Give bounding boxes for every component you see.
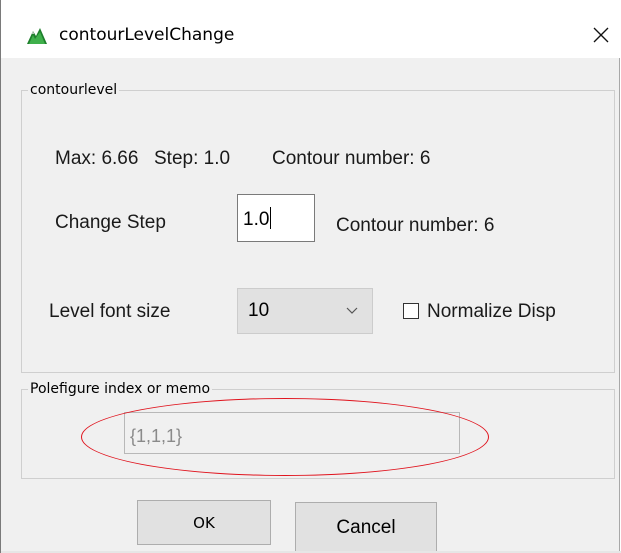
- dialog-window: contourLevelChange contourlevel Max: 6.6…: [0, 0, 621, 553]
- cancel-button[interactable]: Cancel: [295, 502, 437, 553]
- font-size-selected: 10: [248, 300, 270, 321]
- change-step-input[interactable]: 1.0: [237, 194, 315, 242]
- close-button[interactable]: [586, 20, 616, 50]
- normalize-label[interactable]: Normalize Disp: [427, 301, 556, 323]
- change-step-label: Change Step: [55, 212, 166, 233]
- close-icon: [593, 27, 609, 43]
- font-size-select[interactable]: 10: [237, 288, 373, 334]
- change-step-contour-number: Contour number: 6: [336, 215, 495, 236]
- contour-number-info-label: Contour number: 6: [272, 148, 431, 169]
- chevron-down-icon: [346, 307, 358, 314]
- text-caret: [270, 207, 272, 229]
- max-info-label: Max: 6.66: [55, 148, 139, 169]
- normalize-checkbox[interactable]: [403, 303, 419, 319]
- title-bar: contourLevelChange: [1, 0, 621, 58]
- level-font-size-label: Level font size: [49, 301, 171, 322]
- change-step-value: 1.0: [243, 209, 270, 230]
- green-mountain-icon: [27, 28, 47, 44]
- window-title: contourLevelChange: [59, 25, 235, 45]
- memo-input[interactable]: {1,1,1}: [124, 412, 460, 454]
- contourlevel-legend: contourlevel: [30, 82, 118, 98]
- step-info-label: Step: 1.0: [154, 148, 231, 169]
- ok-button[interactable]: OK: [137, 500, 271, 545]
- memo-legend: Polefigure index or memo: [30, 381, 211, 397]
